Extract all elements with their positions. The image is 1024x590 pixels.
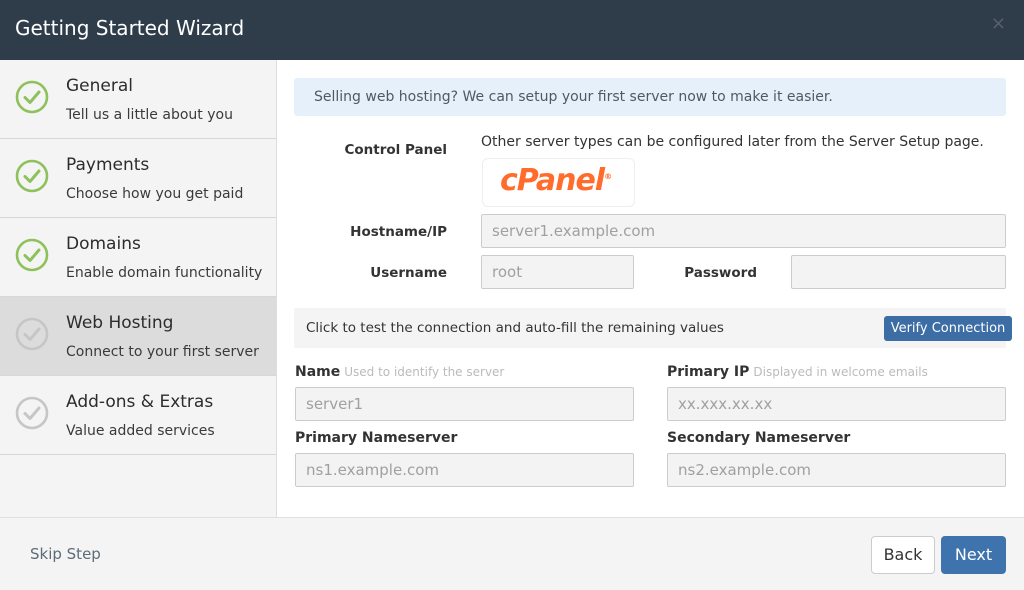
cpanel-logo-reg: ® xyxy=(604,172,612,181)
step-subtitle: Enable domain functionality xyxy=(66,265,263,281)
check-circle-icon xyxy=(15,159,49,193)
control-panel-label: Control Panel xyxy=(344,142,447,158)
step-subtitle: Choose how you get paid xyxy=(66,186,244,202)
step-payments[interactable]: Payments Choose how you get paid xyxy=(0,139,276,218)
cpanel-logo-text: cPanel xyxy=(500,163,605,198)
step-subtitle: Value added services xyxy=(66,423,215,439)
wizard-header: Getting Started Wizard × xyxy=(0,0,1024,60)
step-domains[interactable]: Domains Enable domain functionality xyxy=(0,218,276,297)
primary-ip-help-text: Displayed in welcome emails xyxy=(753,365,928,379)
secondary-nameserver-input[interactable]: ns2.example.com xyxy=(667,453,1006,487)
step-general[interactable]: General Tell us a little about you xyxy=(0,60,276,139)
name-help-text: Used to identify the server xyxy=(344,365,505,379)
username-label: Username xyxy=(370,265,447,281)
check-circle-icon xyxy=(15,238,49,272)
name-label: Name Used to identify the server xyxy=(295,364,504,380)
hostname-label: Hostname/IP xyxy=(350,224,447,240)
primary-ip-label: Primary IP Displayed in welcome emails xyxy=(667,364,928,380)
wizard-title: Getting Started Wizard xyxy=(15,16,245,40)
primary-nameserver-label: Primary Nameserver xyxy=(295,430,458,446)
hostname-input[interactable]: server1.example.com xyxy=(481,214,1006,248)
password-label: Password xyxy=(684,265,757,281)
step-subtitle: Tell us a little about you xyxy=(66,107,233,123)
web-hosting-form: Selling web hosting? We can setup your f… xyxy=(277,60,1024,517)
step-subtitle: Connect to your first server xyxy=(66,344,259,360)
info-banner: Selling web hosting? We can setup your f… xyxy=(294,78,1006,116)
test-connection-text: Click to test the connection and auto-fi… xyxy=(306,320,724,336)
primary-nameserver-input[interactable]: ns1.example.com xyxy=(295,453,634,487)
verify-connection-button[interactable]: Verify Connection xyxy=(884,316,1012,341)
step-addons-extras[interactable]: Add-ons & Extras Value added services xyxy=(0,376,276,455)
wizard-footer: Skip Step Back Next xyxy=(0,517,1024,590)
step-title: Domains xyxy=(66,234,141,254)
primary-ip-input[interactable]: xx.xxx.xx.xx xyxy=(667,387,1006,421)
skip-step-link[interactable]: Skip Step xyxy=(30,545,101,563)
step-web-hosting[interactable]: Web Hosting Connect to your first server xyxy=(0,297,276,376)
secondary-nameserver-label: Secondary Nameserver xyxy=(667,430,851,446)
check-circle-icon xyxy=(15,396,49,430)
check-circle-icon xyxy=(15,80,49,114)
back-button[interactable]: Back xyxy=(871,536,935,574)
username-input[interactable]: root xyxy=(481,255,634,289)
name-input[interactable]: server1 xyxy=(295,387,634,421)
name-label-text: Name xyxy=(295,364,341,380)
info-banner-text: Selling web hosting? We can setup your f… xyxy=(314,89,833,105)
cpanel-option[interactable]: cPanel® xyxy=(482,158,635,207)
wizard-steps-sidebar: General Tell us a little about you Payme… xyxy=(0,60,277,517)
password-input[interactable] xyxy=(791,255,1006,289)
control-panel-note: Other server types can be configured lat… xyxy=(481,134,984,150)
step-title: Web Hosting xyxy=(66,313,174,333)
step-title: Payments xyxy=(66,155,150,175)
check-circle-icon xyxy=(15,317,49,351)
cpanel-logo: cPanel® xyxy=(500,163,612,198)
test-connection-bar: Click to test the connection and auto-fi… xyxy=(294,308,1012,348)
step-title: General xyxy=(66,76,133,96)
primary-ip-label-text: Primary IP xyxy=(667,364,750,380)
close-icon[interactable]: × xyxy=(991,13,1006,34)
step-title: Add-ons & Extras xyxy=(66,392,214,412)
next-button[interactable]: Next xyxy=(941,536,1006,574)
